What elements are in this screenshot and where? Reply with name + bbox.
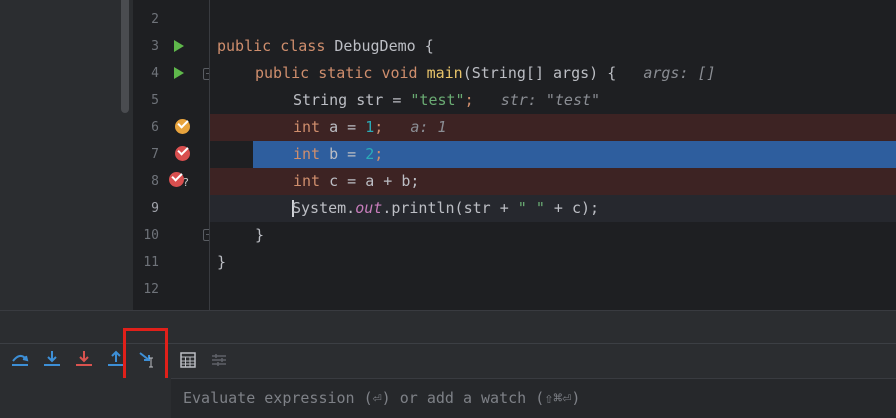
code-line-9: System.out.println(str + " " + c);	[210, 195, 896, 222]
inline-value-hint: str: "test"	[500, 91, 601, 109]
breakpoint-icon[interactable]	[175, 144, 190, 161]
breakpoint-question-mark: ?	[183, 176, 189, 189]
left-panel	[0, 0, 133, 310]
run-icon[interactable]	[174, 67, 184, 79]
code-line-6: int a = 1; a: 1	[210, 114, 896, 141]
line-number: 9	[151, 201, 159, 216]
line-number: 7	[151, 147, 159, 162]
inline-value-hint: args: []	[643, 64, 716, 82]
code-line-3: public class DebugDemo {	[217, 37, 434, 55]
code-line-7: int b = 2;	[253, 141, 896, 168]
code-line-4: public static void main(String[] args) {…	[255, 64, 716, 82]
scrollbar-thumb[interactable]	[121, 0, 129, 113]
line-number: 8	[151, 174, 159, 189]
line-number: 10	[143, 228, 159, 243]
force-step-into-icon[interactable]	[73, 348, 95, 370]
evaluate-bar: Evaluate expression (⏎) or add a watch (…	[0, 378, 896, 418]
code-line-8: int c = a + b;	[210, 168, 896, 195]
line-number: 6	[151, 120, 159, 135]
line-number: 2	[151, 12, 159, 27]
evaluate-expression-icon[interactable]	[177, 349, 199, 371]
gutter: 2 3 4 5 6 7 8 9 10 11 12 ?	[133, 0, 215, 310]
inline-value-hint: a: 1	[410, 118, 447, 136]
trace-icon[interactable]	[208, 349, 230, 371]
evaluate-expression-input[interactable]: Evaluate expression (⏎) or add a watch (…	[171, 378, 896, 418]
step-over-icon[interactable]	[9, 348, 31, 370]
line-number: 3	[151, 39, 159, 54]
line-number: 4	[151, 66, 159, 81]
code-line-10: }	[255, 226, 265, 244]
code-line-5: String str = "test"; str: "test"	[293, 91, 601, 109]
line-number: 5	[151, 93, 159, 108]
line-number: 12	[143, 282, 159, 297]
highlight-annotation	[123, 328, 168, 382]
code-line-11: }	[217, 253, 227, 271]
step-into-icon[interactable]	[41, 348, 63, 370]
code-editor[interactable]: public class DebugDemo { public static v…	[210, 0, 896, 310]
line-number: 11	[143, 255, 159, 270]
breakpoint-icon[interactable]	[169, 170, 184, 187]
evaluate-bar-spacer	[0, 378, 172, 418]
run-icon[interactable]	[174, 40, 184, 52]
breakpoint-current-icon[interactable]	[175, 117, 190, 134]
